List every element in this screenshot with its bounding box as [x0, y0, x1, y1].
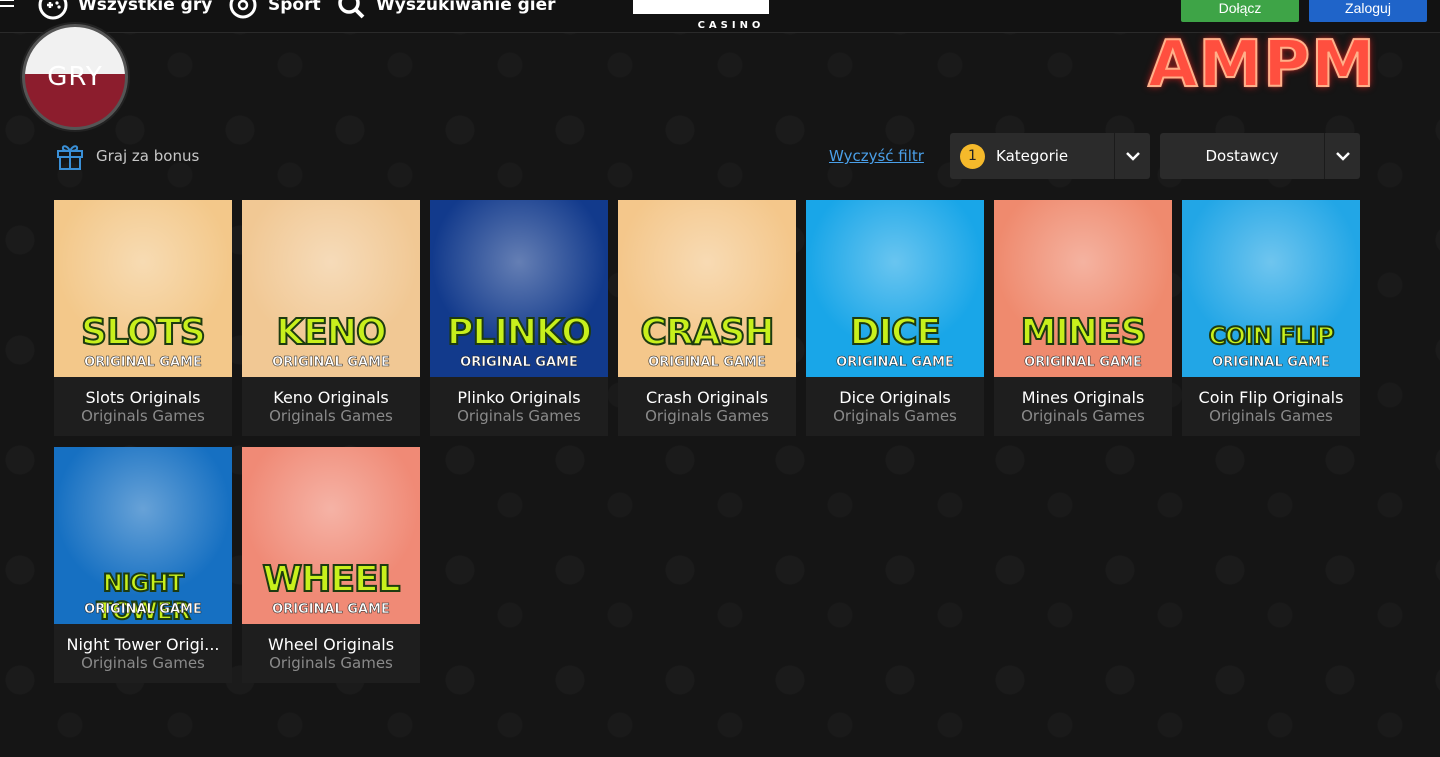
game-provider: Originals Games: [81, 654, 205, 672]
game-title: Slots Originals: [85, 388, 201, 407]
game-thumbnail[interactable]: WHEEL ORIGINAL GAME: [242, 447, 420, 624]
game-thumbnail[interactable]: SLOTS ORIGINAL GAME: [54, 200, 232, 377]
game-original-tag: ORIGINAL GAME: [836, 355, 954, 371]
categories-dropdown[interactable]: 1 Kategorie: [950, 133, 1150, 179]
ball-icon: [229, 0, 257, 19]
play-for-bonus-toggle[interactable]: Graj za bonus: [56, 141, 199, 171]
menu-icon[interactable]: [0, 0, 14, 13]
game-title: Plinko Originals: [457, 388, 581, 407]
game-original-tag: ORIGINAL GAME: [84, 602, 202, 618]
game-provider: Originals Games: [833, 407, 957, 425]
join-button[interactable]: Dołącz: [1181, 0, 1299, 22]
providers-label: Dostawcy: [1205, 147, 1279, 165]
game-logo-text: PLINKO: [446, 311, 593, 354]
categories-label: Kategorie: [996, 147, 1069, 165]
nav-all-games[interactable]: Wszystkie gry: [38, 0, 212, 20]
game-card[interactable]: SLOTS ORIGINAL GAME Slots Originals Origina…: [54, 200, 232, 436]
ampm-neon-logo: AMPM: [1147, 28, 1376, 102]
bonus-label: Graj za bonus: [96, 147, 200, 165]
game-original-tag: ORIGINAL GAME: [272, 602, 390, 618]
game-card[interactable]: WHEEL ORIGINAL GAME Wheel Originals Origina…: [242, 447, 420, 683]
providers-dropdown[interactable]: Dostawcy: [1160, 133, 1360, 179]
game-thumbnail[interactable]: CRASH ORIGINAL GAME: [618, 200, 796, 377]
game-provider: Originals Games: [1209, 407, 1333, 425]
game-title: Mines Originals: [1021, 388, 1145, 407]
game-logo-text: MINES: [1020, 311, 1148, 354]
nav-search-label: Wyszukiwanie gier: [376, 0, 556, 15]
game-original-tag: ORIGINAL GAME: [1024, 355, 1142, 371]
game-card[interactable]: MINES ORIGINAL GAME Mines Originals Origina…: [994, 200, 1172, 436]
game-title: Coin Flip Originals: [1198, 388, 1344, 407]
game-logo-text: DICE: [849, 311, 942, 354]
game-title: Crash Originals: [645, 388, 769, 407]
login-button[interactable]: Zaloguj: [1309, 0, 1427, 22]
nav-all-games-label: Wszystkie gry: [78, 0, 213, 15]
chevron-down-icon: [1324, 133, 1360, 179]
game-title: Night Tower Origi...: [66, 635, 220, 654]
game-logo-text: COIN FLIP: [1208, 321, 1336, 351]
game-logo-text: CRASH: [639, 311, 775, 354]
nav-search[interactable]: Wyszukiwanie gier: [336, 0, 556, 20]
game-card[interactable]: PLINKO ORIGINAL GAME Plinko Originals Origi…: [430, 200, 608, 436]
game-thumbnail[interactable]: NIGHT TOWER ORIGINAL GAME: [54, 447, 232, 624]
game-card[interactable]: DICE ORIGINAL GAME Dice Originals Originals…: [806, 200, 984, 436]
casino-logo[interactable]: CASINO: [633, 0, 769, 31]
game-provider: Originals Games: [645, 407, 769, 425]
game-original-tag: ORIGINAL GAME: [272, 355, 390, 371]
game-thumbnail[interactable]: DICE ORIGINAL GAME: [806, 200, 984, 377]
game-logo-text: SLOTS: [80, 311, 207, 354]
game-title: Dice Originals: [839, 388, 951, 407]
game-original-tag: ORIGINAL GAME: [648, 355, 766, 371]
game-thumbnail[interactable]: KENO ORIGINAL GAME: [242, 200, 420, 377]
game-thumbnail[interactable]: PLINKO ORIGINAL GAME: [430, 200, 608, 377]
game-original-tag: ORIGINAL GAME: [460, 355, 578, 371]
nav-sport-label: Sport: [268, 0, 321, 15]
game-card[interactable]: CRASH ORIGINAL GAME Crash Originals Origina…: [618, 200, 796, 436]
game-title: Keno Originals: [273, 388, 389, 407]
game-provider: Originals Games: [457, 407, 581, 425]
categories-count-badge: 1: [960, 143, 985, 169]
game-title: Wheel Originals: [267, 635, 395, 654]
game-card[interactable]: COIN FLIP ORIGINAL GAME Coin Flip Original…: [1182, 200, 1360, 436]
game-original-tag: ORIGINAL GAME: [84, 355, 202, 371]
search-icon: [338, 0, 365, 19]
games-section-badge: GRY: [22, 24, 128, 130]
game-original-tag: ORIGINAL GAME: [1212, 355, 1330, 371]
game-thumbnail[interactable]: MINES ORIGINAL GAME: [994, 200, 1172, 377]
game-card[interactable]: KENO ORIGINAL GAME Keno Originals Originals…: [242, 200, 420, 436]
gift-icon: [57, 145, 83, 170]
game-card[interactable]: NIGHT TOWER ORIGINAL GAME Night Tower Orig…: [54, 447, 232, 683]
game-thumbnail[interactable]: COIN FLIP ORIGINAL GAME: [1182, 200, 1360, 377]
logo-glyphs: [633, 0, 769, 14]
clear-filter-link[interactable]: Wyczyść filtr: [829, 147, 924, 165]
nav-sport[interactable]: Sport: [228, 0, 321, 20]
gamepad-icon: [38, 0, 68, 20]
game-logo-text: KENO: [275, 311, 387, 354]
game-provider: Originals Games: [81, 407, 205, 425]
game-provider: Originals Games: [269, 407, 393, 425]
game-provider: Originals Games: [269, 654, 393, 672]
chevron-down-icon: [1114, 133, 1150, 179]
game-logo-text: WHEEL: [262, 558, 402, 601]
logo-subtitle: CASINO: [697, 20, 765, 31]
game-provider: Originals Games: [1021, 407, 1145, 425]
